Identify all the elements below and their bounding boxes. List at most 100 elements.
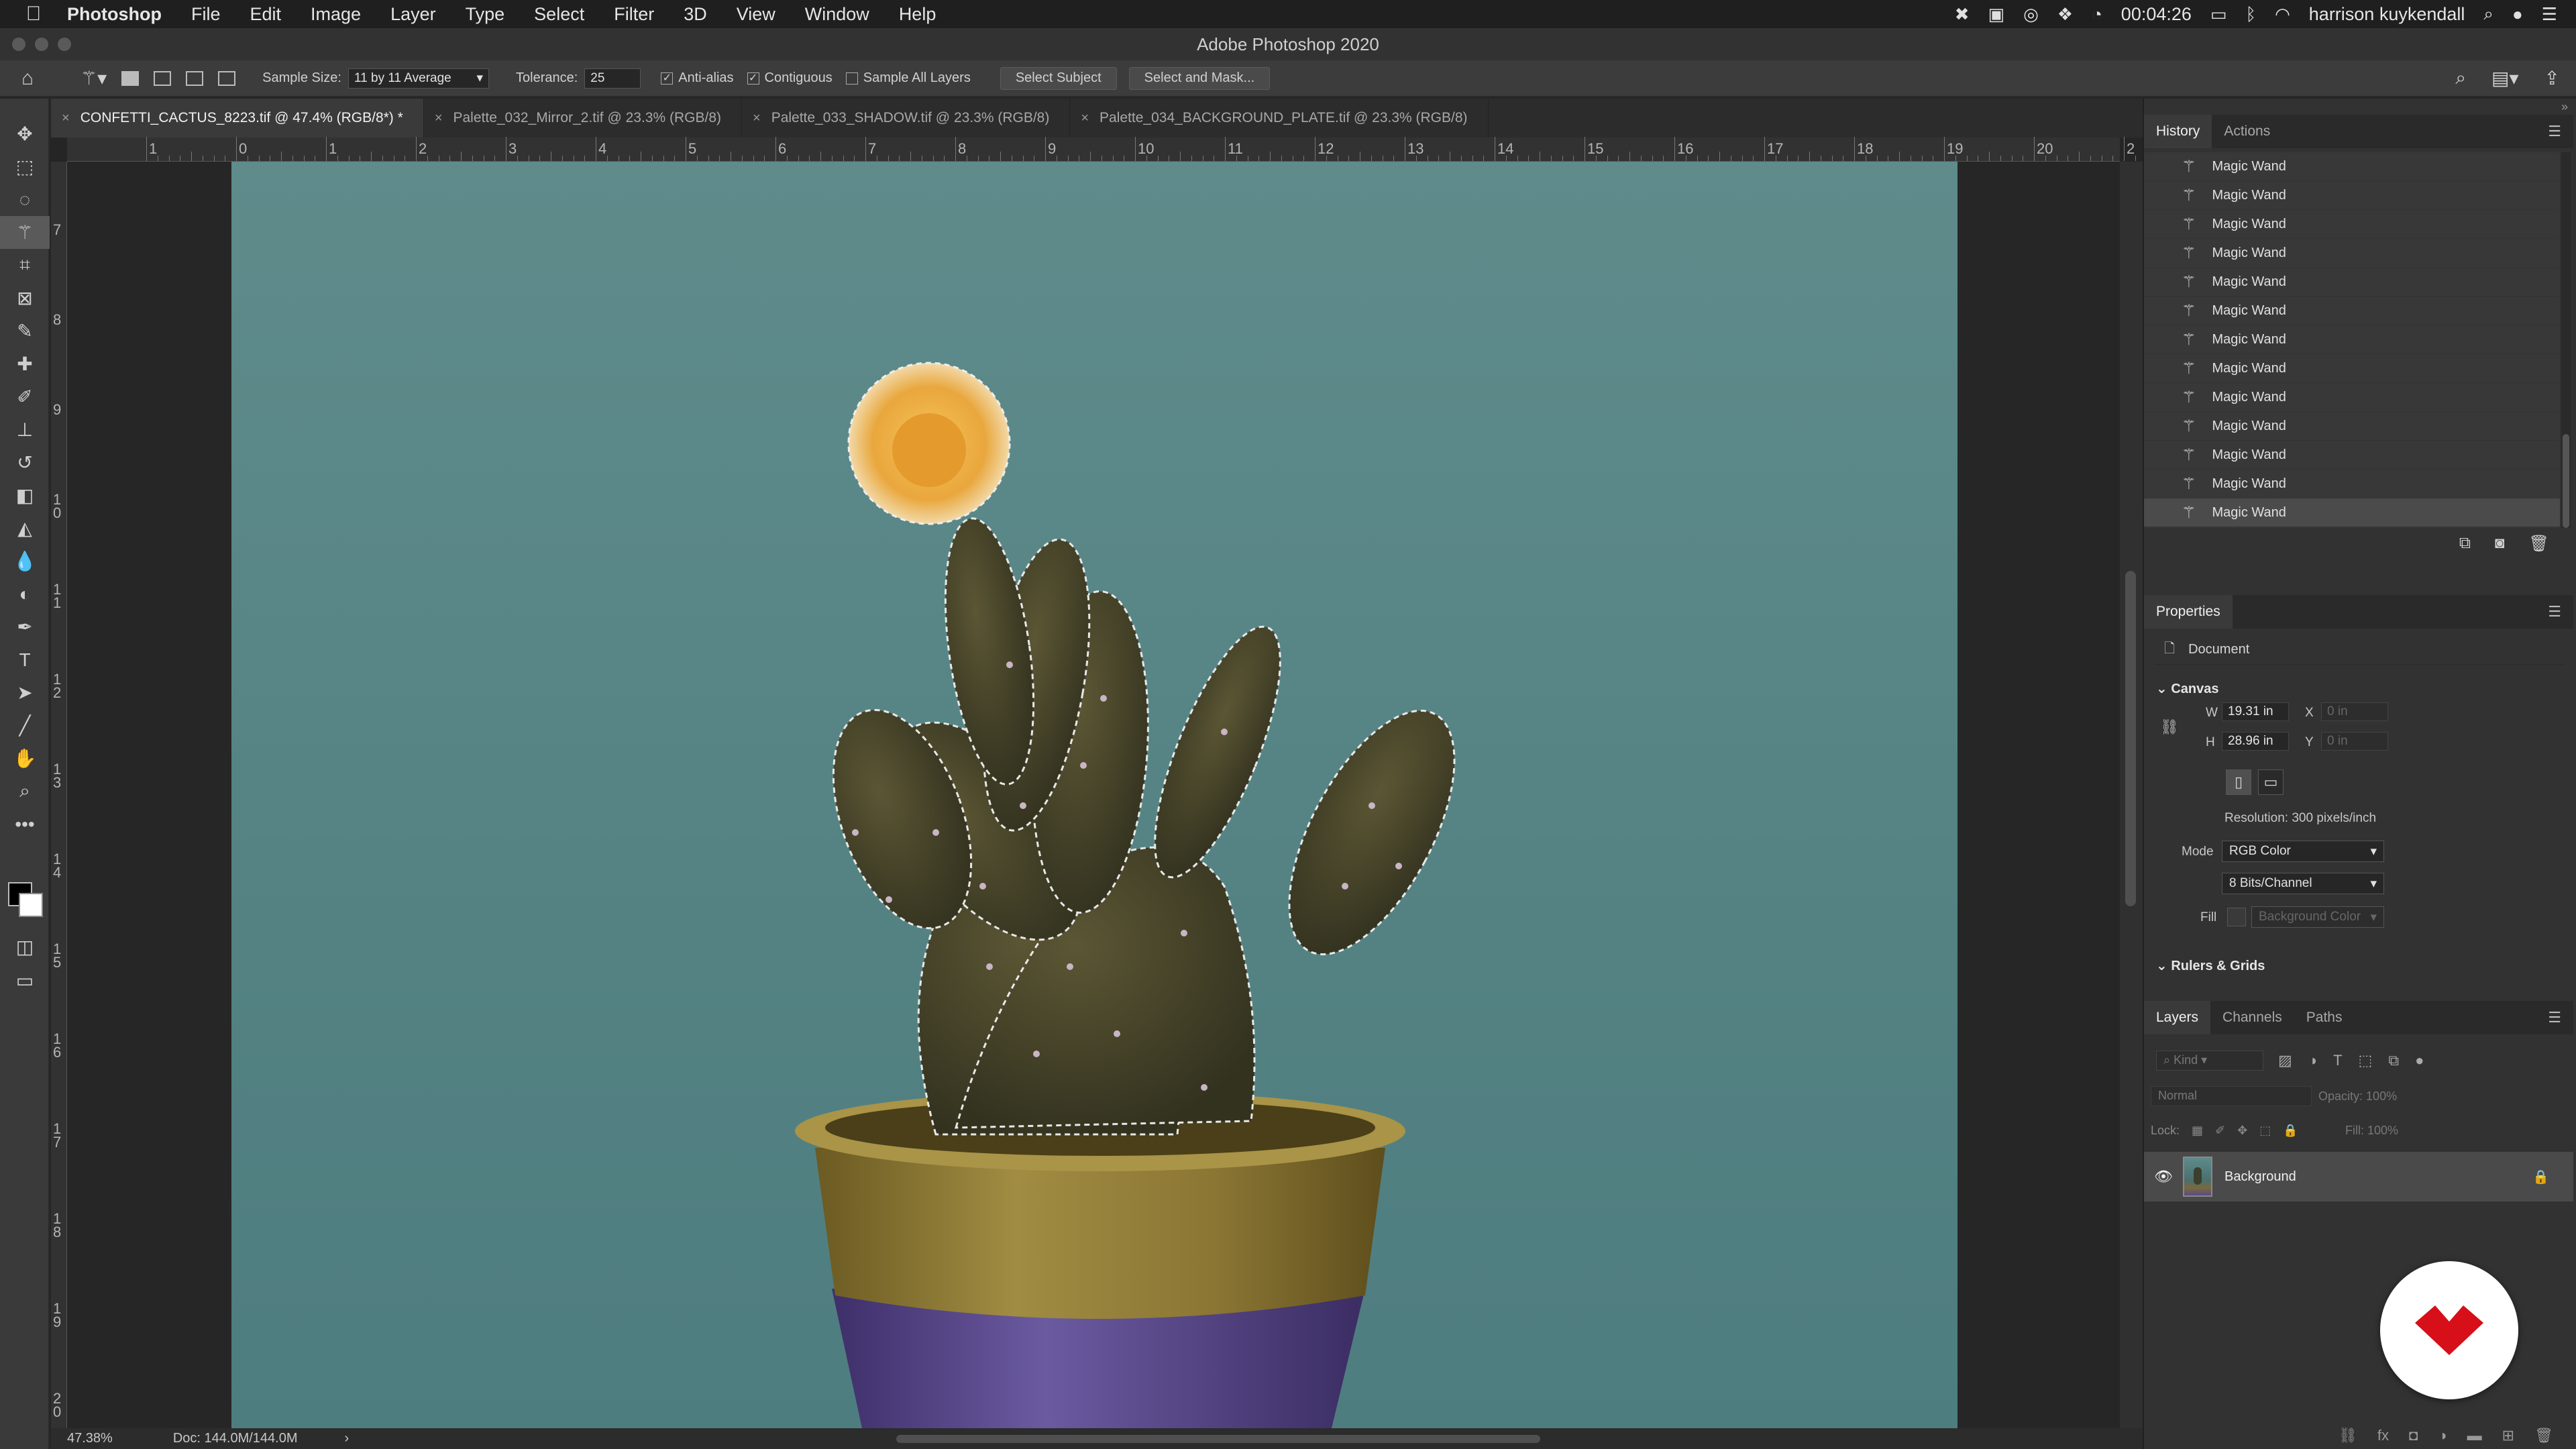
menu-window[interactable]: Window (805, 4, 869, 25)
menu-image[interactable]: Image (311, 4, 361, 25)
vertical-scrollbar[interactable] (2120, 162, 2143, 1428)
menu-3d[interactable]: 3D (684, 4, 707, 25)
type-tool-icon[interactable]: T (0, 643, 50, 676)
menu-help[interactable]: Help (899, 4, 936, 25)
zoom-window-button[interactable] (58, 38, 71, 51)
home-icon[interactable]: ⌂ (21, 67, 48, 90)
select-and-mask-button[interactable]: Select and Mask... (1128, 66, 1271, 90)
trash-icon[interactable]: 🗑 (2529, 534, 2549, 553)
shape-filter-icon[interactable]: ⬚ (2359, 1052, 2373, 1069)
history-brush-tool-icon[interactable]: ↺ (0, 446, 50, 479)
search-icon[interactable]: ⌕ (2455, 67, 2466, 89)
history-state-row[interactable]: ⚚ Magic Wand (2144, 210, 2560, 239)
add-selection-mode-button[interactable] (154, 70, 172, 86)
vertical-ruler[interactable]: 7 8 9 1 0 1 1 1 2 1 3 1 4 1 5 1 6 1 7 1 8 1 9 2 0 (51, 162, 67, 1428)
lock-all-icon[interactable]: 🔒 (2283, 1124, 2298, 1138)
new-group-icon[interactable]: ▬ (2467, 1427, 2482, 1447)
select-subject-button[interactable]: Select Subject (1000, 66, 1117, 90)
tolerance-input[interactable]: 25 (584, 68, 641, 89)
history-state-row[interactable]: ⚚ Magic Wand (2144, 354, 2560, 383)
fill-select[interactable]: Background Color ▾ (2251, 906, 2384, 928)
menu-layer[interactable]: Layer (390, 4, 436, 25)
menu-type[interactable]: Type (466, 4, 505, 25)
rulers-grids-section-header[interactable]: ⌄ Rulers & Grids (2156, 957, 2265, 974)
dropbox-icon[interactable]: ❖ (2057, 4, 2073, 25)
magic-wand-tool-preset-icon[interactable]: ⚚▾ (80, 67, 107, 89)
panel-menu-icon[interactable]: ☰ (2548, 1009, 2561, 1026)
tab-actions[interactable]: Actions (2212, 115, 2282, 148)
close-tab-icon[interactable]: × (435, 111, 443, 126)
history-scrollbar[interactable] (2561, 152, 2571, 528)
frame-tool-icon[interactable]: ⊠ (0, 282, 50, 315)
horizontal-scrollbar[interactable] (896, 1435, 1540, 1443)
eyedropper-tool-icon[interactable]: ✎ (0, 315, 50, 347)
menu-select[interactable]: Select (534, 4, 584, 25)
tab-channels[interactable]: Channels (2210, 1001, 2294, 1034)
scroll-thumb[interactable] (2563, 434, 2569, 528)
canvas-section-header[interactable]: ⌄ Canvas (2156, 680, 2218, 697)
line-tool-icon[interactable]: ╱ (0, 709, 50, 742)
new-selection-mode-button[interactable] (121, 70, 140, 86)
adjustment-layer-icon[interactable]: ◑ (2438, 1427, 2447, 1447)
quick-mask-icon[interactable]: ◫ (0, 930, 50, 963)
add-mask-icon[interactable]: ◘ (2409, 1427, 2418, 1447)
marquee-tool-icon[interactable]: ⬚ (0, 150, 50, 183)
height-input[interactable]: 28.96 in (2222, 732, 2289, 751)
intersect-selection-mode-button[interactable] (218, 70, 236, 86)
chevron-right-icon[interactable]: › (345, 1431, 350, 1446)
wifi-icon[interactable]: ◠ (2275, 4, 2290, 25)
layer-thumbnail[interactable] (2183, 1157, 2212, 1197)
siri-icon[interactable]: ● (2512, 4, 2523, 25)
history-state-row[interactable]: ⚚ Magic Wand (2144, 297, 2560, 325)
crop-tool-icon[interactable]: ⌗ (0, 249, 50, 282)
history-state-row[interactable]: ⚚ Magic Wand (2144, 325, 2560, 354)
history-state-row[interactable]: ⚚ Magic Wand (2144, 412, 2560, 441)
history-state-row[interactable]: ⚚ Magic Wand (2144, 441, 2560, 470)
scroll-thumb[interactable] (2125, 571, 2136, 906)
tab-paths[interactable]: Paths (2294, 1001, 2355, 1034)
trash-icon[interactable]: 🗑 (2534, 1427, 2553, 1447)
contiguous-checkbox[interactable]: ✓ Contiguous (747, 70, 833, 86)
tab-properties[interactable]: Properties (2144, 595, 2233, 629)
status-tool-icon[interactable]: ✖ (1955, 4, 1970, 25)
user-name[interactable]: harrison kuykendall (2309, 4, 2465, 25)
type-filter-icon[interactable]: T (2333, 1052, 2342, 1069)
eye-icon[interactable]: 👁 (2144, 1168, 2183, 1185)
color-mode-select[interactable]: RGB Color ▾ (2222, 841, 2384, 862)
width-input[interactable]: 19.31 in (2222, 702, 2289, 721)
lock-artboard-icon[interactable]: ⬚ (2259, 1124, 2271, 1138)
timemachine-icon[interactable]: ◔ (2092, 4, 2102, 25)
spotlight-icon[interactable]: ⌕ (2483, 3, 2493, 25)
lock-transparency-icon[interactable]: ▦ (2192, 1124, 2203, 1138)
history-state-row[interactable]: ⚚ Magic Wand (2144, 152, 2560, 181)
brush-tool-icon[interactable]: ✐ (0, 380, 50, 413)
tab-confetti-cactus[interactable]: × CONFETTI_CACTUS_8223.tif @ 47.4% (RGB/… (51, 99, 424, 138)
menu-file[interactable]: File (191, 4, 221, 25)
history-state-row[interactable]: ⚚ Magic Wand (2144, 239, 2560, 268)
cc-icon[interactable]: ◎ (2023, 4, 2039, 25)
tab-palette-034[interactable]: × Palette_034_BACKGROUND_PLATE.tif @ 23.… (1070, 99, 1489, 138)
fill-control[interactable]: Fill: 100% (2345, 1124, 2398, 1138)
x-input[interactable]: 0 in (2321, 702, 2388, 721)
smart-object-filter-icon[interactable]: ⧉ (2388, 1052, 2399, 1069)
link-layers-icon[interactable]: ⛓ (2339, 1427, 2357, 1447)
filter-toggle-icon[interactable]: ● (2415, 1052, 2424, 1069)
dodge-tool-icon[interactable]: ◐ (0, 578, 50, 610)
layer-name[interactable]: Background (2224, 1169, 2296, 1185)
healing-brush-tool-icon[interactable]: ✚ (0, 347, 50, 380)
move-tool-icon[interactable]: ✥ (0, 117, 50, 150)
close-window-button[interactable] (12, 38, 25, 51)
airplay-icon[interactable]: ▭ (2210, 4, 2227, 25)
layer-row-background[interactable]: 👁 Background 🔒 (2144, 1152, 2573, 1201)
history-state-row[interactable]: ⚚ Magic Wand (2144, 181, 2560, 210)
close-tab-icon[interactable]: × (62, 111, 70, 126)
close-tab-icon[interactable]: × (1081, 111, 1089, 126)
y-input[interactable]: 0 in (2321, 732, 2388, 751)
notification-center-icon[interactable]: ☰ (2542, 4, 2557, 25)
tab-palette-032[interactable]: × Palette_032_Mirror_2.tif @ 23.3% (RGB/… (424, 99, 742, 138)
zoom-level[interactable]: 47.38% (67, 1431, 113, 1446)
workspace-icon[interactable]: ▤▾ (2491, 67, 2519, 89)
paint-bucket-tool-icon[interactable]: ◭ (0, 512, 50, 545)
link-icon[interactable]: ⛓ (2160, 718, 2179, 736)
landscape-orientation-icon[interactable]: ▭ (2258, 769, 2284, 795)
